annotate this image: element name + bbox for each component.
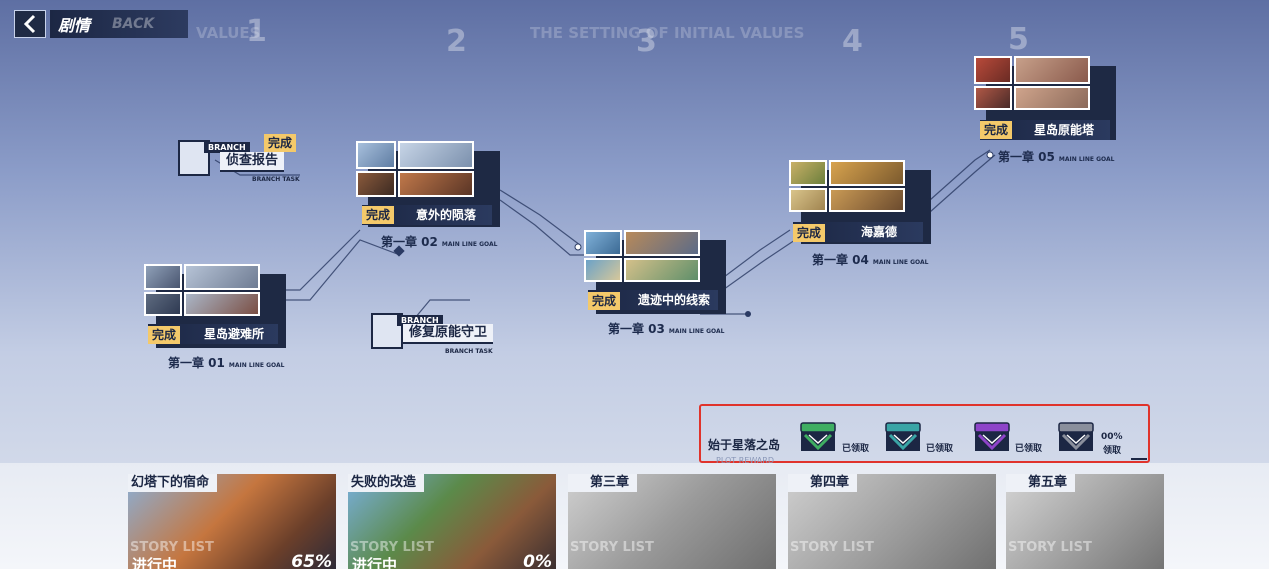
chapter-thumbnail — [398, 141, 474, 169]
chapter-thumbnail — [356, 141, 396, 169]
treasure-chest-icon — [885, 422, 921, 451]
branch-subtitle: BRANCH TASK — [252, 176, 300, 183]
reward-progress-label: 00% — [1101, 432, 1123, 442]
chapter-name: 遗迹中的线索 — [638, 293, 711, 307]
story-status: 进行中 — [352, 556, 398, 569]
chapter-card-01[interactable]: 完成 星岛避难所 — [142, 262, 287, 348]
reward-claimed-label: 已领取 — [842, 444, 870, 454]
story-progress-percent: 65% — [291, 552, 332, 569]
chapter-number-01: 第一章 01 MAIN LINE GOAL — [168, 356, 285, 370]
back-button[interactable] — [14, 10, 46, 38]
chapter-card-04[interactable]: 完成 海嘉德 — [787, 158, 932, 244]
chapter-thumbnail — [829, 188, 905, 212]
chapter-name: 意外的陨落 — [416, 208, 477, 222]
chapter-thumbnail — [974, 56, 1012, 84]
chapter-thumbnail — [1014, 86, 1090, 110]
chapter-number-04: 第一章 04 MAIN LINE GOAL — [812, 253, 929, 267]
complete-badge: 完成 — [148, 326, 181, 344]
branch-task-repair-guardian[interactable]: BRANCH 修复原能守卫 BRANCH TASK — [369, 309, 509, 359]
reward-claimed-label: 已领取 — [1015, 444, 1043, 454]
treasure-chest-icon — [1058, 422, 1094, 451]
branch-name: 修复原能守卫 — [403, 324, 494, 344]
treasure-chest-icon — [974, 422, 1010, 451]
chapter-thumbnail — [144, 264, 182, 290]
back-watermark: BACK — [112, 16, 155, 32]
reward-chest-1[interactable] — [799, 421, 837, 453]
chapter-number-05: 第一章 05 MAIN LINE GOAL — [998, 150, 1115, 164]
reward-chest-4[interactable] — [1057, 421, 1095, 453]
branch-name: 侦查报告 — [220, 152, 285, 172]
story-watermark: STORY LIST — [350, 540, 434, 555]
chapter-card-02[interactable]: 完成 意外的陨落 — [354, 139, 500, 227]
story-title: 失败的改造 — [348, 474, 425, 492]
chapter-number-03: 第一章 03 MAIN LINE GOAL — [608, 322, 725, 336]
story-card-3-locked[interactable]: 第三章 STORY LIST — [568, 474, 776, 569]
chapter-thumbnail — [624, 230, 700, 256]
chapter-thumbnail — [584, 258, 622, 282]
story-title: 第五章 — [1006, 474, 1076, 492]
complete-badge: 完成 — [264, 134, 297, 152]
reward-divider — [1131, 458, 1147, 460]
story-watermark: STORY LIST — [130, 540, 214, 555]
story-title: 第三章 — [568, 474, 638, 492]
story-card-2[interactable]: 失败的改造 STORY LIST 进行中 0% — [348, 474, 556, 569]
chapter-name: 海嘉德 — [861, 225, 898, 239]
story-progress-percent: 0% — [523, 552, 552, 569]
chapter-thumbnail — [144, 292, 182, 316]
chapter-card-03[interactable]: 完成 遗迹中的线索 — [582, 228, 727, 314]
chapter-thumbnail — [398, 171, 474, 197]
chapter-thumbnail — [1014, 56, 1090, 84]
chapter-thumbnail — [789, 188, 827, 212]
chevron-left-icon — [23, 14, 36, 34]
chapter-card-05[interactable]: 完成 星岛原能塔 — [972, 54, 1117, 140]
reward-claimed-label: 已领取 — [926, 444, 954, 454]
treasure-chest-icon — [800, 422, 836, 451]
chapter-thumbnail — [829, 160, 905, 186]
reward-claim-label: 领取 — [1103, 446, 1122, 456]
chapter-thumbnail — [974, 86, 1012, 110]
story-watermark: STORY LIST — [1008, 540, 1092, 555]
story-status: 进行中 — [132, 556, 178, 569]
complete-badge: 完成 — [588, 292, 621, 310]
story-card-4-locked[interactable]: 第四章 STORY LIST — [788, 474, 996, 569]
complete-badge: 完成 — [362, 206, 395, 224]
story-watermark: STORY LIST — [790, 540, 874, 555]
chapter-thumbnail — [789, 160, 827, 186]
branch-task-scout-report[interactable]: 完成 BRANCH 侦查报告 BRANCH TASK — [176, 134, 316, 186]
complete-badge: 完成 — [980, 121, 1013, 139]
story-watermark: STORY LIST — [570, 540, 654, 555]
plot-reward-title: 始于星落之岛 — [708, 438, 781, 452]
reward-chest-3[interactable] — [973, 421, 1011, 453]
chapter-thumbnail — [624, 258, 700, 282]
chapter-thumbnail — [584, 230, 622, 256]
story-title: 第四章 — [788, 474, 858, 492]
branch-subtitle: BRANCH TASK — [445, 348, 493, 355]
complete-badge: 完成 — [793, 224, 826, 242]
chapter-name: 星岛避难所 — [204, 327, 265, 341]
chapter-number-02: 第一章 02 MAIN LINE GOAL — [381, 235, 498, 249]
chapter-thumbnail — [356, 171, 396, 197]
story-card-5-locked[interactable]: 第五章 STORY LIST — [1006, 474, 1164, 569]
story-card-1[interactable]: 幻塔下的宿命 STORY LIST 进行中 65% — [128, 474, 336, 569]
chapter-name: 星岛原能塔 — [1034, 123, 1095, 137]
page-title: 剧情 — [58, 16, 91, 35]
reward-chest-2[interactable] — [884, 421, 922, 453]
story-title: 幻塔下的宿命 — [128, 474, 218, 492]
chapter-thumbnail — [184, 264, 260, 290]
chapter-thumbnail — [184, 292, 260, 316]
